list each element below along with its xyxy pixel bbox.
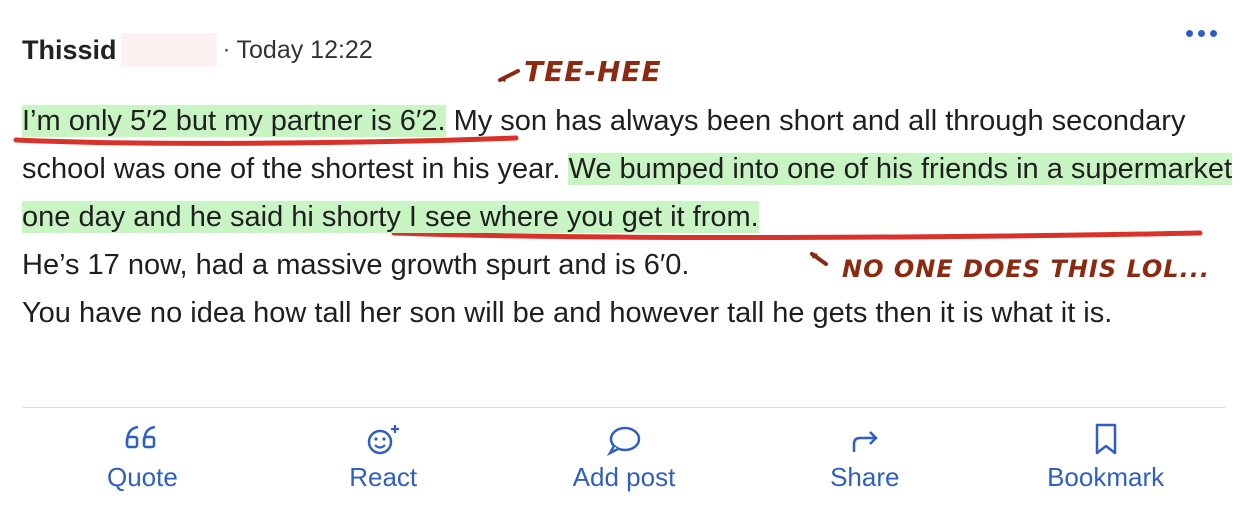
divider — [22, 407, 1226, 408]
add-post-label: Add post — [572, 462, 676, 492]
redacted-name — [120, 33, 217, 67]
quote-button[interactable]: Quote — [22, 422, 263, 502]
highlighted-text-3a: We bumped into one of his friends in a s… — [568, 153, 1233, 185]
body-text-5: You have no idea how tall her son will b… — [22, 297, 1113, 329]
annotation-no-one: NO ONE DOES THIS LOL... — [842, 255, 1210, 283]
highlighted-text-3b: one day and he said hi shorty I see wher… — [22, 201, 759, 233]
username[interactable]: Thissid — [22, 35, 117, 66]
separator-dot: · — [222, 36, 231, 63]
more-dots-icon[interactable] — [1186, 30, 1217, 37]
share-label: Share — [830, 462, 900, 492]
share-button[interactable]: Share — [744, 422, 985, 502]
speech-bubble-icon — [606, 426, 641, 456]
post-body: I’m only 5′2 but my partner is 6′2. My s… — [22, 97, 1237, 337]
teehee-arrowhead — [500, 74, 508, 82]
bookmark-label: Bookmark — [1047, 462, 1165, 492]
react-button[interactable]: React — [263, 422, 504, 502]
bookmark-button[interactable]: Bookmark — [985, 422, 1226, 502]
share-arrow-icon — [852, 431, 878, 452]
post-actions: Quote React Add post Share Bookmark — [22, 422, 1226, 502]
annotation-tee-hee: TEE-HEE — [524, 55, 662, 88]
post-header: Thissid · Today 12:22 — [22, 30, 373, 70]
highlighted-text-1: I’m only 5′2 but my partner is 6′2. — [22, 105, 446, 137]
quote-label: Quote — [106, 462, 178, 492]
timestamp[interactable]: Today 12:22 — [237, 36, 373, 65]
add-post-button[interactable]: Add post — [504, 422, 745, 502]
teehee-arrow — [498, 69, 520, 82]
quote-icon — [126, 425, 156, 449]
bookmark-icon — [1095, 423, 1116, 455]
react-icon — [367, 425, 400, 455]
react-label: React — [349, 462, 418, 492]
